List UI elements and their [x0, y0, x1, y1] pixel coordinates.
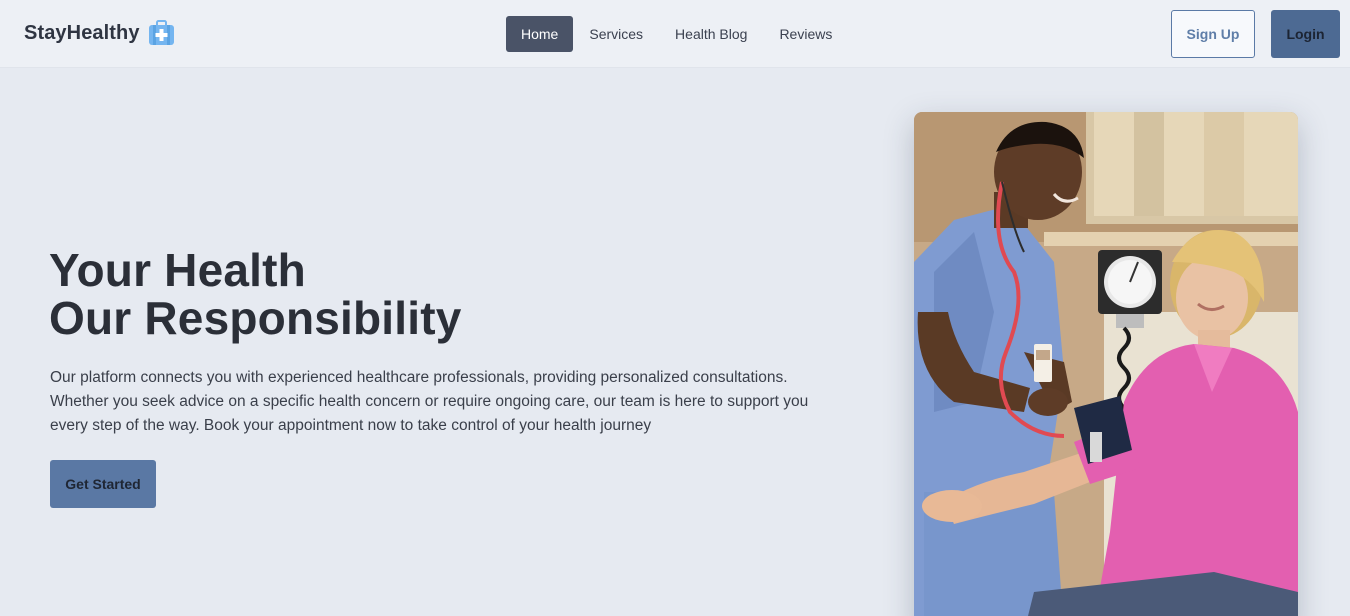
nav-home[interactable]: Home: [506, 16, 574, 52]
nav-health-blog[interactable]: Health Blog: [659, 16, 763, 52]
main-nav: Home Services Health Blog Reviews: [506, 16, 848, 52]
medical-kit-icon: [148, 20, 174, 45]
get-started-button[interactable]: Get Started: [50, 460, 156, 508]
brand-name: StayHealthy: [24, 21, 140, 44]
hero-title-line-1: Your Health: [49, 244, 306, 296]
hero-photo: [914, 112, 1298, 616]
sign-up-button[interactable]: Sign Up: [1171, 10, 1255, 58]
hero-title-line-2: Our Responsibility: [49, 292, 462, 344]
nav-reviews[interactable]: Reviews: [763, 16, 848, 52]
brand-logo[interactable]: StayHealthy: [24, 20, 175, 46]
top-navbar: StayHealthy Home Services Health Blog Re…: [0, 0, 1350, 68]
nurse-blood-pressure-illustration: [914, 112, 1298, 616]
hero-title: Your Health Our Responsibility: [49, 246, 462, 342]
nav-services[interactable]: Services: [573, 16, 659, 52]
hero-description: Our platform connects you with experienc…: [50, 369, 809, 434]
login-button[interactable]: Login: [1271, 10, 1340, 58]
